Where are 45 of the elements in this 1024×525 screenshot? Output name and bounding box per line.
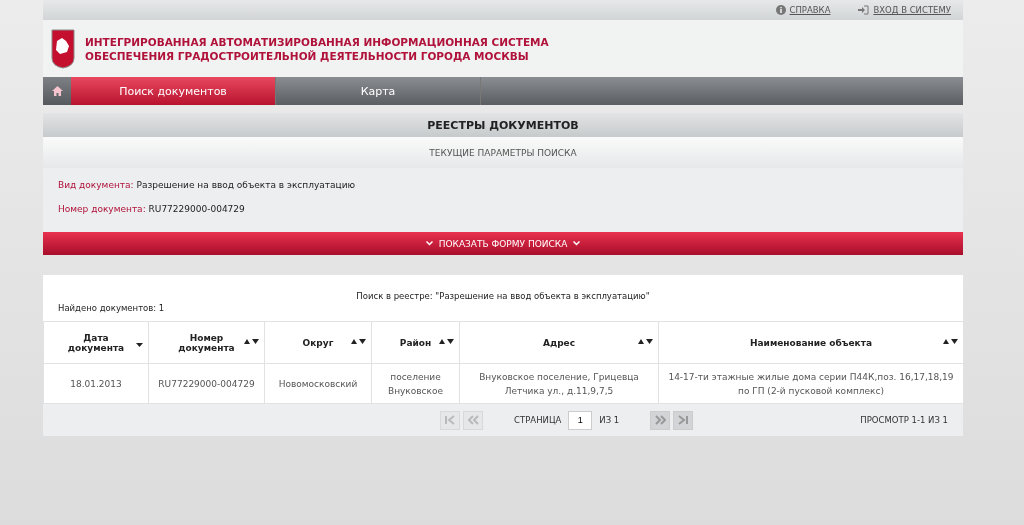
login-link[interactable]: ВХОД В СИСТЕМУ [858,5,951,15]
search-parameter: Номер документа: RU77229000-004729 [58,204,246,214]
double-chevron-left-icon [467,414,480,426]
search-parameter: Вид документа: Разрешение на ввод объекта в эксплуатацию [58,180,357,190]
login-icon [858,5,870,15]
column-header[interactable]: Дата документа [43,321,149,364]
nav-tab[interactable]: Поиск документов [71,77,276,105]
help-link[interactable]: СПРАВКА [775,5,831,15]
search-caption: Поиск в реестре: "Разрешение на ввод объекта в эксплуатацию" [355,291,651,301]
view-summary: ПРОСМОТР 1-1 ИЗ 1 [860,415,948,425]
column-header[interactable]: Адрес [459,321,659,364]
sort-icon[interactable] [351,339,366,344]
show-search-form-button[interactable]: ПОКАЗАТЬ ФОРМУ ПОИСКА [43,232,963,255]
page-label: СТРАНИЦА [514,415,562,425]
info-icon [775,5,786,15]
column-header[interactable]: Округ [264,321,372,364]
table-cell: Внуковское поселение, Грицевца Летчика ул., д.11,9,7,5 [459,363,659,404]
sort-icon[interactable] [439,339,454,344]
page-input[interactable]: 1 [568,410,593,430]
section-title: РЕЕСТРЫ ДОКУМЕНТОВ [427,118,579,132]
home-button[interactable] [43,77,71,105]
column-header[interactable]: Номер документа [148,321,265,364]
table-cell: 14-17-ти этажные жилые дома серии П44К,поз. 16,17,18,19 по ГП (2-й пусковой комплекс) [658,363,964,404]
chevron-down-icon [425,241,433,246]
system-title: ИНТЕГРИРОВАННАЯ АВТОМАТИЗИРОВАННАЯ ИНФОРМАЦИОННАЯ СИСТЕМА ОБЕСПЕЧЕНИЯ ГРАДОСТРОИТЕЛЬНОЙ ДЕЯТЕЛЬНОСТИ ГОРОДА МОСКВЫ [85,34,549,63]
table-cell: поселение Внуковское [371,363,460,404]
sort-icon[interactable] [638,339,653,344]
found-count: Найдено документов: 1 [57,302,166,315]
nav-tab[interactable]: Карта [276,77,481,105]
column-header[interactable]: Наименование объекта [658,321,964,364]
column-header[interactable]: Район [371,321,460,364]
home-icon [51,86,63,96]
sort-down-icon[interactable] [136,343,143,347]
table-cell: 18.01.2013 [43,363,149,404]
coat-of-arms-logo [51,28,75,69]
table-cell: RU77229000-004729 [148,363,265,404]
chevron-down-icon [573,241,581,246]
last-page-icon [677,414,690,426]
subsection-title: ТЕКУЩИЕ ПАРАМЕТРЫ ПОИСКА [429,147,577,158]
page-count: ИЗ 1 [599,415,620,425]
sort-icon[interactable] [244,339,259,344]
double-chevron-right-icon [654,414,667,426]
first-page-icon [444,414,457,426]
table-cell: Новомосковский [264,363,372,404]
sort-icon[interactable] [943,339,958,344]
